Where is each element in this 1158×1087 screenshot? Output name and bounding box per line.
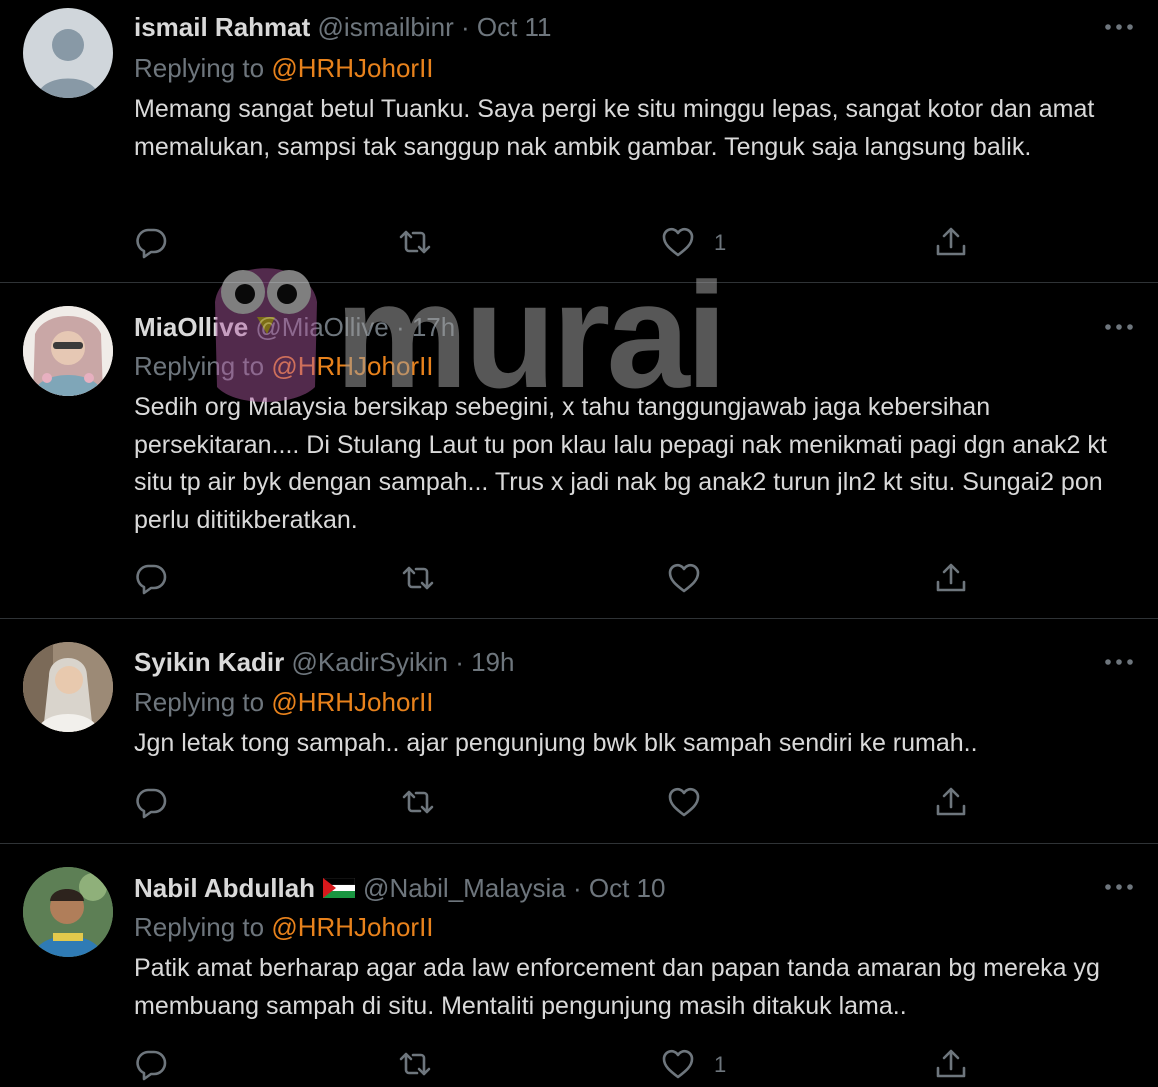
tweet-syikin-kadir[interactable]: Syikin Kadir @KadirSyikin · 19h Replying… — [0, 619, 1158, 843]
reply-icon[interactable] — [133, 560, 169, 596]
share-icon[interactable] — [933, 1046, 969, 1082]
default-user-icon — [37, 29, 99, 98]
like-icon[interactable] — [660, 224, 696, 260]
mention-link[interactable]: @HRHJohorII — [271, 53, 433, 83]
tweet-text: Patik amat berharap agar ada law enforce… — [134, 954, 1100, 1020]
author-handle[interactable]: @Nabil_Malaysia — [363, 873, 566, 903]
share-icon[interactable] — [933, 784, 969, 820]
author-name[interactable]: Nabil Abdullah — [134, 873, 315, 903]
share-icon[interactable] — [933, 224, 969, 260]
avatar-miaollive[interactable] — [23, 306, 113, 396]
palestine-flag-icon — [323, 878, 356, 899]
like-icon[interactable] — [666, 560, 702, 596]
author-handle[interactable]: @ismailbinr — [318, 12, 454, 42]
more-options-icon[interactable] — [1104, 880, 1134, 892]
retweet-icon[interactable] — [397, 1046, 433, 1082]
author-name[interactable]: MiaOllive — [134, 312, 248, 342]
tweet-miaollive[interactable]: MiaOllive @MiaOllive · 17h Replying to @… — [0, 283, 1158, 618]
avatar-default[interactable] — [23, 8, 113, 98]
reply-icon[interactable] — [133, 1046, 169, 1082]
like-count: 1 — [714, 1052, 727, 1077]
tweet-time[interactable]: · Oct 11 — [461, 12, 552, 42]
tweet-text: Memang sangat betul Tuanku. Saya pergi k… — [134, 95, 1095, 161]
mention-link[interactable]: @HRHJohorII — [271, 912, 433, 942]
like-icon[interactable] — [660, 1046, 696, 1082]
like-count: 1 — [714, 230, 727, 255]
replying-label: Replying to — [134, 687, 265, 717]
author-name[interactable]: Syikin Kadir — [134, 647, 284, 677]
author-handle[interactable]: @MiaOllive — [255, 312, 388, 342]
replying-label: Replying to — [134, 351, 265, 381]
author-name[interactable]: ismail Rahmat — [134, 12, 310, 42]
tweet-time[interactable]: · 19h — [455, 647, 514, 677]
retweet-icon[interactable] — [400, 784, 436, 820]
avatar-syikin-kadir[interactable] — [23, 642, 113, 732]
more-options-icon[interactable] — [1104, 655, 1134, 667]
mention-link[interactable]: @HRHJohorII — [271, 687, 433, 717]
tweet-nabil-abdullah[interactable]: Nabil Abdullah @Nabil_Malaysia · Oct 10 R… — [0, 844, 1158, 1082]
retweet-icon[interactable] — [397, 224, 433, 260]
tweet-text: Sedih org Malaysia bersikap sebegini, x … — [134, 393, 1107, 534]
author-handle[interactable]: @KadirSyikin — [292, 647, 448, 677]
tweet-ismail-rahmat[interactable]: ismail Rahmat @ismailbinr · Oct 11 Reply… — [0, 0, 1158, 282]
tweet-time[interactable]: · 17h — [396, 312, 455, 342]
replying-label: Replying to — [134, 53, 265, 83]
more-options-icon[interactable] — [1104, 20, 1134, 32]
replying-label: Replying to — [134, 912, 265, 942]
mention-link[interactable]: @HRHJohorII — [271, 351, 433, 381]
like-icon[interactable] — [666, 784, 702, 820]
reply-icon[interactable] — [133, 224, 169, 260]
retweet-icon[interactable] — [400, 560, 436, 596]
avatar-nabil-abdullah[interactable] — [23, 867, 113, 957]
more-options-icon[interactable] — [1104, 320, 1134, 332]
tweet-text: Jgn letak tong sampah.. ajar pengunjung … — [134, 729, 978, 757]
share-icon[interactable] — [933, 560, 969, 596]
reply-icon[interactable] — [133, 784, 169, 820]
tweet-time[interactable]: · Oct 10 — [573, 873, 665, 903]
